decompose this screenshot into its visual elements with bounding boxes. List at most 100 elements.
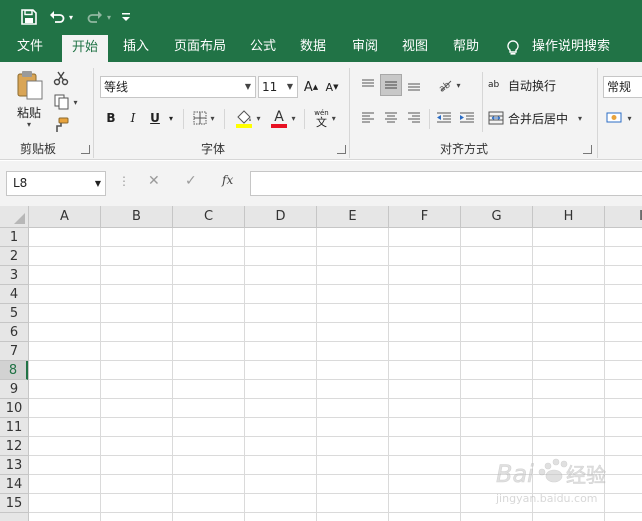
- ribbon-home: 粘贴 ▾ ▾ 剪贴板 等线 ▼ 11 ▼ A ▲ A ▼ B I U ▾ ▾ ▾ A…: [0, 62, 642, 160]
- middle-align-button[interactable]: [380, 74, 402, 96]
- italic-button[interactable]: I: [126, 108, 140, 128]
- name-box[interactable]: L8 ▼: [6, 171, 106, 196]
- tab-formulas[interactable]: 公式: [250, 33, 276, 62]
- tab-insert[interactable]: 插入: [123, 33, 149, 62]
- row-header-5[interactable]: 5: [0, 304, 28, 323]
- paste-dropdown-icon[interactable]: ▾: [27, 120, 31, 129]
- clipboard-launcher-icon[interactable]: [81, 145, 90, 154]
- name-box-value: L8: [13, 176, 28, 190]
- row-header-7[interactable]: 7: [0, 342, 28, 361]
- tab-file[interactable]: 文件: [17, 33, 43, 62]
- tab-page-layout[interactable]: 页面布局: [174, 33, 226, 62]
- decrease-indent-button[interactable]: [434, 108, 454, 128]
- column-header-i[interactable]: I: [605, 206, 642, 228]
- accounting-format-button[interactable]: ▾: [604, 108, 634, 128]
- phonetic-guide-button[interactable]: wén 文 ▾: [310, 106, 340, 130]
- merge-center-button[interactable]: 合并后居中 ▾: [488, 108, 588, 128]
- column-header-c[interactable]: C: [173, 206, 245, 228]
- row-header-14[interactable]: 14: [0, 475, 28, 494]
- orientation-button[interactable]: ab ▾: [436, 75, 462, 95]
- increase-font-size-button[interactable]: A ▲: [303, 77, 319, 97]
- alignment-launcher-icon[interactable]: [583, 145, 592, 154]
- bottom-align-button[interactable]: [404, 75, 424, 95]
- align-left-button[interactable]: [358, 108, 378, 128]
- row-header-11[interactable]: 11: [0, 418, 28, 437]
- font-color-button[interactable]: A ▾: [267, 106, 299, 130]
- tell-me-search[interactable]: 操作说明搜索: [532, 33, 610, 62]
- bottom-align-icon: [408, 83, 420, 91]
- select-all-button[interactable]: [0, 206, 29, 228]
- font-size-select[interactable]: 11 ▼: [258, 76, 298, 98]
- font-name-value: 等线: [104, 80, 129, 94]
- decrease-font-size-button[interactable]: A ▼: [324, 77, 340, 97]
- row-header-13[interactable]: 13: [0, 456, 28, 475]
- font-name-select[interactable]: 等线 ▼: [100, 76, 256, 98]
- enter-icon[interactable]: ✓: [185, 173, 197, 189]
- bold-button[interactable]: B: [104, 108, 118, 128]
- column-header-h[interactable]: H: [533, 206, 605, 228]
- save-icon[interactable]: [18, 6, 40, 28]
- top-align-button[interactable]: [358, 75, 378, 95]
- row-header-9[interactable]: 9: [0, 380, 28, 399]
- formula-input[interactable]: [250, 171, 642, 196]
- format-painter-icon[interactable]: [52, 116, 70, 134]
- align-right-button[interactable]: [404, 108, 424, 128]
- row-header-6[interactable]: 6: [0, 323, 28, 342]
- tab-home[interactable]: 开始: [62, 35, 108, 62]
- paste-icon[interactable]: [14, 69, 46, 101]
- orientation-icon: ab: [438, 80, 453, 92]
- copy-icon[interactable]: ▾: [52, 93, 80, 111]
- merge-center-label: 合并后居中: [508, 111, 569, 126]
- undo-dropdown-icon[interactable]: ▾: [66, 6, 76, 28]
- tab-data[interactable]: 数据: [300, 33, 326, 62]
- column-header-a[interactable]: A: [29, 206, 101, 228]
- tab-view[interactable]: 视图: [402, 33, 428, 62]
- column-header-d[interactable]: D: [245, 206, 317, 228]
- select-all-icon: [14, 213, 25, 224]
- increase-indent-button[interactable]: [457, 108, 477, 128]
- row-header-8[interactable]: 8: [0, 361, 28, 380]
- font-launcher-icon[interactable]: [337, 145, 346, 154]
- row-header-15[interactable]: 15: [0, 494, 28, 513]
- redo-dropdown-icon[interactable]: ▾: [104, 6, 114, 28]
- align-left-icon: [362, 112, 374, 123]
- column-header-e[interactable]: E: [317, 206, 389, 228]
- paste-label[interactable]: 粘贴: [17, 104, 41, 121]
- resize-handle-icon[interactable]: ⋮: [118, 174, 130, 188]
- cut-icon[interactable]: [52, 69, 70, 87]
- undo-icon[interactable]: [48, 6, 66, 28]
- lightbulb-icon[interactable]: [506, 40, 520, 56]
- redo-icon[interactable]: [86, 6, 104, 28]
- align-center-button[interactable]: [381, 108, 401, 128]
- baidu-jingyan-watermark: Bai 经验 jingyan.baidu.com: [494, 452, 614, 512]
- group-divider: [597, 68, 598, 158]
- decrease-indent-icon: [437, 112, 451, 123]
- borders-button[interactable]: ▾: [189, 108, 219, 128]
- svg-text:jingyan.baidu.com: jingyan.baidu.com: [495, 492, 598, 505]
- insert-function-button[interactable]: fx: [222, 173, 233, 187]
- row-header-2[interactable]: 2: [0, 247, 28, 266]
- wrap-text-button[interactable]: ab 自动换行: [488, 75, 568, 95]
- column-header-b[interactable]: B: [101, 206, 173, 228]
- divider: [482, 72, 483, 132]
- font-size-value: 11: [262, 80, 278, 94]
- ribbon-tab-bar: 文件 开始 插入 页面布局 公式 数据 审阅 视图 帮助 操作说明搜索: [0, 33, 642, 62]
- underline-button[interactable]: U: [148, 108, 162, 128]
- customize-toolbar-icon[interactable]: [120, 6, 132, 28]
- column-header-g[interactable]: G: [461, 206, 533, 228]
- divider: [183, 109, 184, 129]
- underline-dropdown-icon[interactable]: ▾: [165, 108, 177, 128]
- column-header-f[interactable]: F: [389, 206, 461, 228]
- row-header-1[interactable]: 1: [0, 228, 28, 247]
- row-header-4[interactable]: 4: [0, 285, 28, 304]
- row-header-12[interactable]: 12: [0, 437, 28, 456]
- tab-review[interactable]: 审阅: [352, 33, 378, 62]
- row-header-3[interactable]: 3: [0, 266, 28, 285]
- tab-help[interactable]: 帮助: [453, 33, 479, 62]
- middle-align-icon: [385, 81, 397, 89]
- row-header-10[interactable]: 10: [0, 399, 28, 418]
- cancel-icon[interactable]: ✕: [148, 173, 160, 189]
- fill-color-button[interactable]: ▾: [232, 106, 264, 130]
- phonetic-bottom: 文: [315, 116, 327, 129]
- number-format-select[interactable]: 常规: [603, 76, 642, 98]
